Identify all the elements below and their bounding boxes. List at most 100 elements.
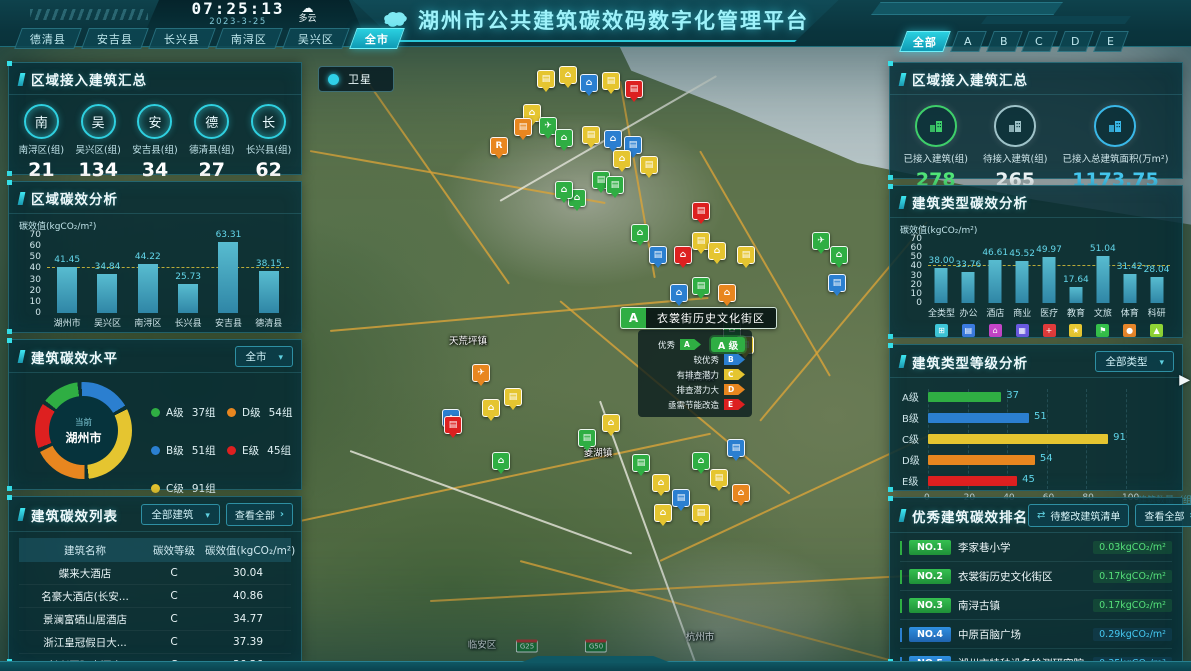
marker-tail (713, 259, 721, 264)
view-all-button[interactable]: 查看全部 (1135, 504, 1191, 527)
map-marker-B[interactable]: ▤ (672, 489, 690, 507)
grade-tab-全部[interactable]: 全部 (899, 31, 951, 52)
map-marker-C[interactable]: ⌂ (613, 150, 631, 168)
region-tab-吴兴区[interactable]: 吴兴区 (282, 28, 350, 49)
marker-tail (835, 263, 843, 268)
map-marker-C[interactable]: ▤ (640, 156, 658, 174)
map-marker-B[interactable]: ▤ (649, 246, 667, 264)
grade-tab-C[interactable]: C (1021, 31, 1057, 52)
map-marker-A[interactable]: ▤ (578, 429, 596, 447)
map-marker-C[interactable]: ⌂ (652, 474, 670, 492)
map-marker-D[interactable]: ✈ (472, 364, 490, 382)
map-marker-C[interactable]: ⌂ (559, 66, 577, 84)
map-marker-C[interactable]: ⌂ (708, 242, 726, 260)
map-marker-A[interactable]: ▤ (606, 176, 624, 194)
map-marker-E[interactable]: ⌂ (674, 246, 692, 264)
district-summary-item: 吴吴兴区(组)134 (70, 104, 126, 181)
region-tab-全市[interactable]: 全市 (349, 28, 405, 49)
map-marker-C[interactable]: ▤ (602, 72, 620, 90)
rank-badge: NO.3 (909, 598, 951, 613)
title-banner: 湖州市公共建筑碳效码数字化管理平台 (353, 0, 839, 42)
x-tick-label: 商业 (1009, 306, 1036, 319)
map-marker-C[interactable]: ⌂ (654, 504, 672, 522)
building-icon: ▤ (732, 443, 741, 453)
map-marker-E[interactable]: ▤ (692, 202, 710, 220)
map-marker-E[interactable]: ▤ (444, 416, 462, 434)
grade-legend-row: 亟需节能改造E (645, 397, 745, 412)
map-marker-B[interactable]: ⌂ (604, 130, 622, 148)
map-marker-B[interactable]: ▤ (727, 439, 745, 457)
clock: 07:25:13 2023-3-25 多云 (146, 0, 362, 30)
map-marker-A[interactable]: ⌂ (692, 452, 710, 470)
marker-tail (449, 433, 457, 438)
table-row[interactable]: 浙江皇冠假日大...C37.39 (19, 631, 291, 654)
highway-shield: G50 (585, 640, 607, 653)
carbon-value: 0.17kgCO₂/m² (1093, 599, 1172, 612)
map-marker-C[interactable]: ⌂ (482, 399, 500, 417)
grade-tab-B[interactable]: B (986, 31, 1022, 52)
map-marker-A[interactable]: ⌂ (555, 129, 573, 147)
grade-tab-D[interactable]: D (1057, 31, 1094, 52)
hbar-fill (928, 392, 1001, 402)
map-marker-B[interactable]: ⌂ (670, 284, 688, 302)
map-marker-D[interactable]: ▤ (514, 118, 532, 136)
map-marker-D[interactable]: R (490, 137, 508, 155)
map-marker-B[interactable]: ⌂ (580, 74, 598, 92)
building-icon: ▤ (697, 508, 706, 518)
map-marker-E[interactable]: ▤ (625, 80, 643, 98)
grade-tab-A[interactable]: A (950, 31, 986, 52)
region-tab-南浔区[interactable]: 南浔区 (215, 28, 283, 49)
bar-slot: 41.45 (47, 235, 87, 313)
building-icon: ▤ (607, 76, 616, 86)
map-marker-C[interactable]: ▤ (537, 70, 555, 88)
grade-tab-E[interactable]: E (1093, 31, 1129, 52)
map-marker-A[interactable]: ⌂ (492, 452, 510, 470)
satellite-toggle[interactable]: 卫星 (318, 66, 394, 92)
map-marker-A[interactable]: ✈ (812, 232, 830, 250)
tab-label: 德清县 (30, 31, 66, 47)
map-marker-D[interactable]: ⌂ (718, 284, 736, 302)
ranking-row[interactable]: NO.3南浔古镇0.17kgCO₂/m² (900, 594, 1172, 620)
level-legend-item: A级37组 (151, 405, 216, 420)
map-marker-C[interactable]: ▤ (737, 246, 755, 264)
map-marker-A[interactable]: ⌂ (830, 246, 848, 264)
building-filter-dropdown[interactable]: 全部建筑 (141, 504, 220, 525)
table-row[interactable]: 蝶来大酒店C30.04 (19, 562, 291, 585)
region-tab-德清县[interactable]: 德清县 (14, 28, 82, 49)
marker-tail (833, 291, 841, 296)
map-marker-A[interactable]: ▤ (632, 454, 650, 472)
ranking-row[interactable]: NO.4中原百脑广场0.29kgCO₂/m² (900, 623, 1172, 649)
rank-accent (900, 541, 902, 555)
map-marker-B[interactable]: ▤ (828, 274, 846, 292)
map-marker-C[interactable]: ▤ (710, 469, 728, 487)
table-row[interactable]: 景澜富硒山居酒店C34.77 (19, 608, 291, 631)
panel-title: 建筑类型等级分析 (912, 352, 1028, 372)
table-row[interactable]: 名豪大酒店(长安...C40.86 (19, 585, 291, 608)
legend-count: 54组 (269, 405, 293, 420)
building-icon: R (496, 141, 503, 151)
panel-title: 区域接入建筑汇总 (31, 69, 147, 89)
map-marker-D[interactable]: ⌂ (732, 484, 750, 502)
map-marker-A[interactable]: ⌂ (631, 224, 649, 242)
map-tooltip-label: 衣裳街历史文化街区 (646, 307, 777, 329)
map-marker-C[interactable]: ▤ (692, 504, 710, 522)
ranking-row[interactable]: NO.2衣裳街历史文化街区0.17kgCO₂/m² (900, 565, 1172, 591)
marker-tail (585, 91, 593, 96)
map-marker-C[interactable]: ⌂ (602, 414, 620, 432)
bar-slot: 34.84 (87, 235, 127, 313)
y-tick: 40 (19, 263, 41, 273)
map-marker-A[interactable]: ⌂ (555, 181, 573, 199)
ranking-row[interactable]: NO.1李家巷小学0.03kgCO₂/m² (900, 536, 1172, 562)
building-icon: ▤ (583, 433, 592, 443)
map-marker-C[interactable]: ▤ (582, 126, 600, 144)
region-tab-安吉县[interactable]: 安吉县 (81, 28, 149, 49)
panel-next-arrow[interactable]: ▶ (1179, 372, 1190, 388)
type-filter-dropdown[interactable]: 全部类型 (1095, 351, 1174, 372)
region-tab-长兴县[interactable]: 长兴县 (148, 28, 216, 49)
rectify-list-button[interactable]: 待整改建筑清单 (1028, 504, 1129, 527)
building-icon: ▤ (677, 493, 686, 503)
view-all-button[interactable]: 查看全部 (226, 503, 293, 526)
map-marker-C[interactable]: ▤ (504, 388, 522, 406)
map-marker-A[interactable]: ▤ (692, 277, 710, 295)
city-filter-dropdown[interactable]: 全市 (235, 346, 293, 367)
